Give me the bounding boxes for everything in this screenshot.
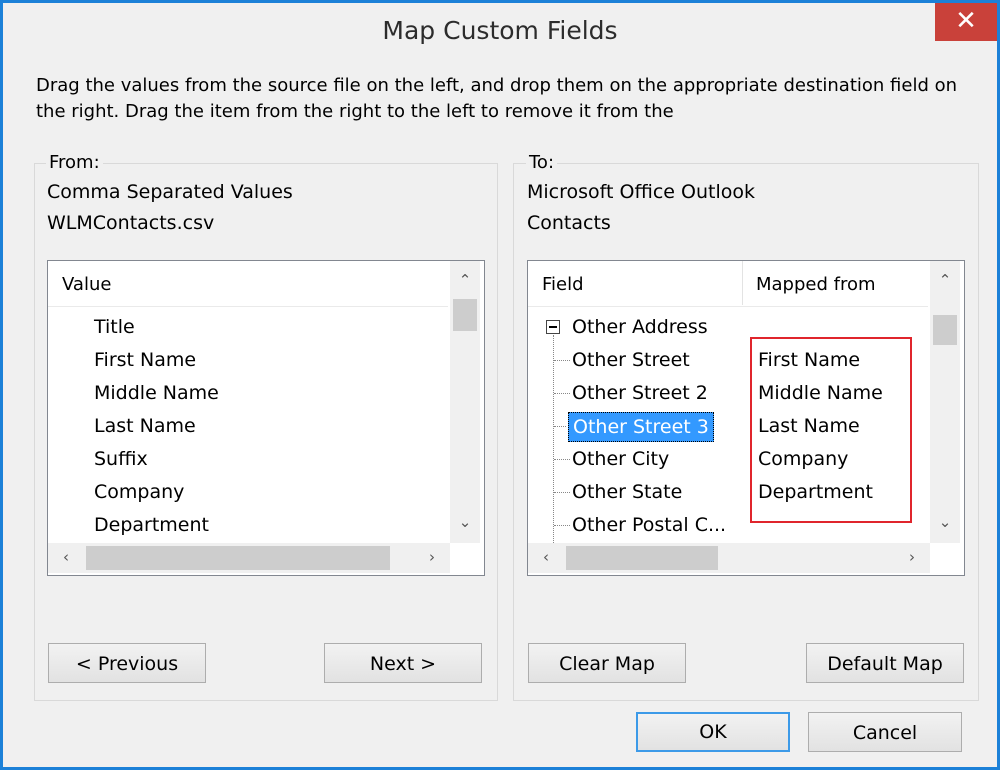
vertical-scrollbar[interactable]: ⌃ ⌄	[930, 261, 960, 543]
target-folder: Contacts	[527, 212, 611, 234]
header-divider	[48, 306, 448, 307]
horizontal-scrollbar[interactable]: ‹ ›	[48, 543, 450, 573]
list-item[interactable]: Middle Name	[94, 379, 219, 407]
list-item[interactable]: Department	[94, 511, 209, 539]
previous-button[interactable]: < Previous	[48, 643, 206, 683]
dialog-title: Map Custom Fields	[382, 16, 618, 45]
to-label: To:	[526, 152, 558, 173]
list-item[interactable]: First Name	[94, 346, 196, 374]
tree-line	[554, 492, 570, 493]
list-item[interactable]: Company	[94, 478, 184, 506]
tree-line	[554, 426, 566, 427]
from-label: From:	[46, 152, 103, 173]
table-row[interactable]: Other Postal C...	[572, 511, 726, 539]
chevron-right-icon[interactable]: ›	[900, 548, 924, 566]
table-row-selected[interactable]: Other Street 3	[568, 412, 714, 442]
header-divider	[528, 306, 928, 307]
scroll-thumb[interactable]	[453, 299, 477, 331]
scroll-thumb[interactable]	[86, 546, 390, 570]
close-button[interactable]: ✕	[935, 3, 997, 41]
close-icon: ✕	[955, 6, 977, 36]
tree-line	[554, 459, 570, 460]
target-app: Microsoft Office Outlook	[527, 181, 755, 203]
chevron-up-icon[interactable]: ⌃	[933, 271, 957, 289]
tree-line	[554, 525, 570, 526]
default-map-button[interactable]: Default Map	[806, 643, 964, 683]
chevron-right-icon[interactable]: ›	[420, 548, 444, 566]
chevron-down-icon[interactable]: ⌄	[933, 513, 957, 531]
tree-group-other-address[interactable]: Other Address	[572, 313, 708, 341]
ok-button[interactable]: OK	[636, 712, 790, 752]
list-item[interactable]: Title	[94, 313, 135, 341]
cancel-button[interactable]: Cancel	[808, 712, 962, 752]
table-row[interactable]: Other Street	[572, 346, 690, 374]
minus-box-icon[interactable]	[546, 320, 560, 334]
header-divider	[742, 261, 743, 305]
tree-line	[553, 335, 554, 545]
horizontal-scrollbar[interactable]: ‹ ›	[528, 543, 930, 573]
instructions-text: Drag the values from the source file on …	[36, 75, 958, 122]
chevron-down-icon[interactable]: ⌄	[453, 513, 477, 531]
table-row[interactable]: Other State	[572, 478, 682, 506]
chevron-left-icon[interactable]: ‹	[54, 548, 78, 566]
chevron-left-icon[interactable]: ‹	[534, 548, 558, 566]
source-type: Comma Separated Values	[47, 181, 293, 203]
field-column-header[interactable]: Field	[542, 261, 584, 305]
map-custom-fields-dialog: Map Custom Fields ✕ Drag the values from…	[0, 0, 1000, 770]
destination-fields-list[interactable]: Field Mapped from Other Address Other St…	[527, 260, 965, 576]
clear-map-button[interactable]: Clear Map	[528, 643, 686, 683]
vertical-scrollbar[interactable]: ⌃ ⌄	[450, 261, 480, 543]
table-row[interactable]: Other Street 2	[572, 379, 708, 407]
next-button[interactable]: Next >	[324, 643, 482, 683]
source-values-list[interactable]: Value Title First Name Middle Name Last …	[47, 260, 485, 576]
title-bar: Map Custom Fields ✕	[3, 3, 997, 61]
mapped-from-column-header[interactable]: Mapped from	[756, 261, 876, 305]
tree-line	[554, 360, 570, 361]
scroll-thumb[interactable]	[566, 546, 718, 570]
source-file: WLMContacts.csv	[47, 212, 215, 234]
list-item[interactable]: Last Name	[94, 412, 196, 440]
mapped-values-highlight	[750, 337, 912, 523]
tree-line	[554, 393, 570, 394]
table-row[interactable]: Other City	[572, 445, 669, 473]
scroll-thumb[interactable]	[933, 315, 957, 345]
value-column-header[interactable]: Value	[62, 261, 111, 305]
list-item[interactable]: Suffix	[94, 445, 148, 473]
chevron-up-icon[interactable]: ⌃	[453, 271, 477, 289]
